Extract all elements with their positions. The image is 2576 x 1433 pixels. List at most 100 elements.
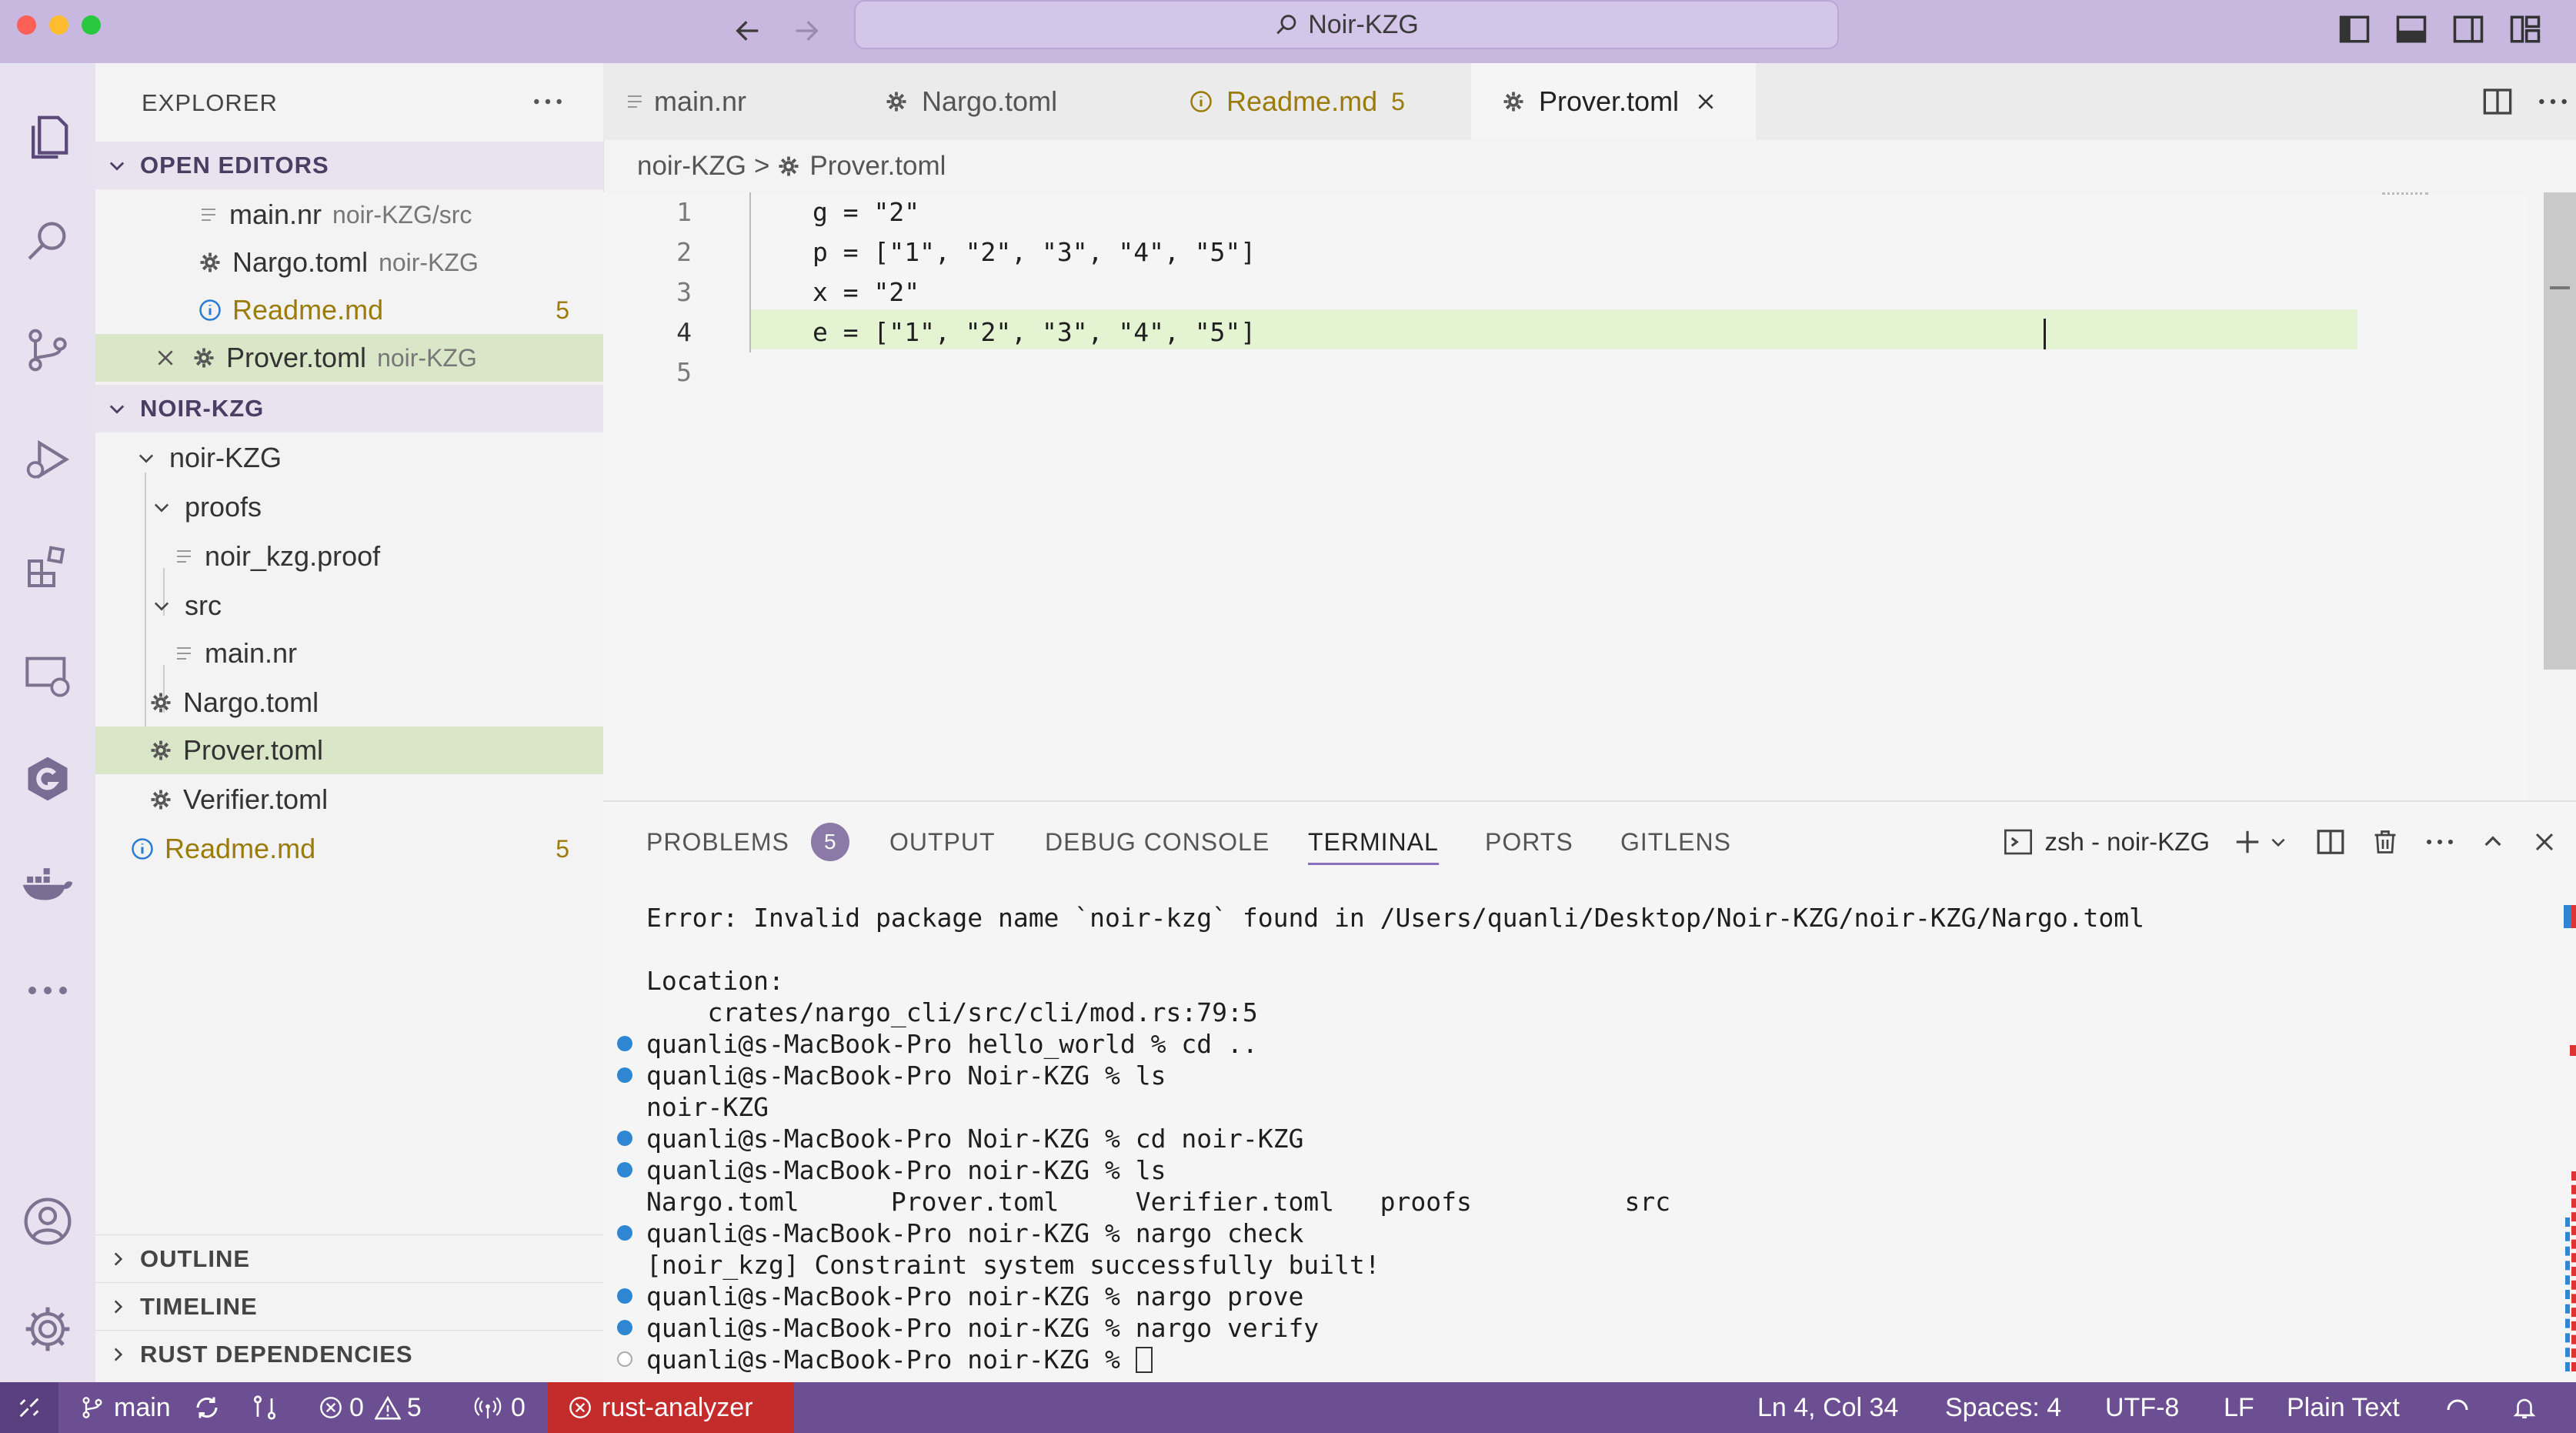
command-decoration-dot[interactable] bbox=[617, 1288, 632, 1304]
editor-vertical-scrollbar[interactable] bbox=[2544, 192, 2576, 670]
branch-name: main bbox=[114, 1392, 171, 1422]
chevron-right-icon bbox=[108, 1344, 128, 1365]
tree-file-nargo-toml[interactable]: Nargo.toml bbox=[95, 679, 603, 727]
encoding[interactable]: UTF-8 bbox=[2105, 1382, 2179, 1433]
more-actions-icon[interactable] bbox=[2538, 97, 2568, 106]
toggle-primary-sidebar-icon[interactable] bbox=[2334, 9, 2374, 49]
tab-problems[interactable]: PROBLEMS 5 bbox=[646, 802, 849, 882]
language-mode[interactable]: Plain Text bbox=[2287, 1382, 2400, 1433]
close-panel-icon[interactable] bbox=[2533, 830, 2556, 853]
problems-indicator[interactable]: 0 5 bbox=[319, 1382, 422, 1433]
toggle-panel-icon[interactable] bbox=[2391, 9, 2431, 49]
command-center[interactable]: Noir-KZG bbox=[854, 0, 1839, 49]
tab-prover-toml[interactable]: Prover.toml bbox=[1471, 63, 1756, 140]
more-views-icon[interactable] bbox=[0, 948, 95, 1033]
tab-close-icon[interactable] bbox=[1696, 92, 1716, 112]
breadcrumb-folder[interactable]: noir-KZG bbox=[637, 151, 746, 182]
tab-main-nr[interactable]: main.nr bbox=[603, 63, 857, 140]
command-decoration-dot[interactable] bbox=[617, 1162, 632, 1177]
chevron-down-icon[interactable] bbox=[2268, 832, 2288, 852]
customize-layout-icon[interactable] bbox=[2505, 9, 2545, 49]
trash-icon[interactable] bbox=[2371, 827, 2399, 857]
tab-output[interactable]: OUTPUT bbox=[889, 802, 996, 882]
zoom-window-button[interactable] bbox=[82, 15, 101, 35]
open-editor-prover-toml[interactable]: Prover.toml noir-KZG bbox=[95, 334, 603, 382]
command-decoration-dot[interactable] bbox=[617, 1036, 632, 1051]
source-control-icon[interactable] bbox=[0, 308, 95, 392]
command-decoration-dot[interactable] bbox=[617, 1320, 632, 1335]
command-decoration-dot[interactable] bbox=[617, 1225, 632, 1241]
warning-count: 5 bbox=[406, 1392, 422, 1422]
file-lines-icon bbox=[200, 205, 217, 224]
tree-file-main-nr[interactable]: main.nr bbox=[95, 630, 603, 677]
open-editor-path: noir-KZG bbox=[377, 343, 477, 372]
cursor-position[interactable]: Ln 4, Col 34 bbox=[1757, 1382, 1898, 1433]
gitlens-icon[interactable] bbox=[0, 737, 95, 821]
tree-file-noir-kzg-proof[interactable]: noir_kzg.proof bbox=[95, 533, 603, 580]
tab-terminal[interactable]: TERMINAL bbox=[1308, 802, 1439, 882]
tree-file-readme-md[interactable]: Readme.md 5 bbox=[95, 825, 603, 873]
command-decoration-dot[interactable] bbox=[617, 1351, 632, 1367]
docker-icon[interactable] bbox=[0, 840, 95, 925]
project-header[interactable]: NOIR-KZG bbox=[95, 385, 603, 433]
minimize-window-button[interactable] bbox=[49, 15, 68, 35]
close-window-button[interactable] bbox=[17, 15, 36, 35]
indentation[interactable]: Spaces: 4 bbox=[1945, 1382, 2061, 1433]
extensions-icon[interactable] bbox=[0, 525, 95, 610]
tree-folder-src[interactable]: src bbox=[95, 582, 603, 630]
terminal-line: quanli@s-MacBook-Pro hello_world % cd .. bbox=[646, 1029, 1258, 1059]
split-terminal-icon[interactable] bbox=[2316, 828, 2345, 856]
command-decoration-dot[interactable] bbox=[617, 1067, 632, 1083]
command-decoration-dot[interactable] bbox=[617, 1131, 632, 1146]
open-editors-header[interactable]: OPEN EDITORS bbox=[95, 142, 603, 189]
accounts-icon[interactable] bbox=[0, 1179, 95, 1264]
sync-icon[interactable] bbox=[192, 1382, 222, 1433]
explorer-more-actions-icon[interactable] bbox=[526, 80, 569, 123]
outline-section[interactable]: OUTLINE bbox=[95, 1234, 603, 1282]
open-editor-nargo-toml[interactable]: Nargo.toml noir-KZG bbox=[95, 239, 603, 286]
minimap[interactable] bbox=[2382, 192, 2428, 198]
code-editor[interactable]: 1 2 3 4 5 g = "2" p = ["1", "2", "3", "4… bbox=[603, 192, 2527, 800]
tab-debug-console[interactable]: DEBUG CONSOLE bbox=[1045, 802, 1270, 882]
rust-dependencies-section[interactable]: RUST DEPENDENCIES bbox=[95, 1330, 603, 1378]
explorer-icon[interactable] bbox=[0, 94, 95, 179]
remote-explorer-icon[interactable] bbox=[0, 633, 95, 717]
tab-gitlens[interactable]: GITLENS bbox=[1620, 802, 1731, 882]
tab-nargo-toml[interactable]: Nargo.toml bbox=[857, 63, 1134, 140]
search-icon[interactable] bbox=[0, 198, 95, 282]
remote-indicator[interactable] bbox=[0, 1382, 58, 1433]
tab-readme-md[interactable]: Readme.md 5 bbox=[1159, 63, 1467, 140]
open-editor-readme-md[interactable]: Readme.md 5 bbox=[95, 286, 603, 334]
manage-gear-icon[interactable] bbox=[0, 1287, 95, 1371]
tree-file-prover-toml[interactable]: Prover.toml bbox=[95, 727, 603, 774]
tree-file-verifier-toml[interactable]: Verifier.toml bbox=[95, 776, 603, 823]
search-icon bbox=[1274, 12, 1300, 38]
close-icon[interactable] bbox=[155, 348, 175, 368]
git-compare-icon[interactable] bbox=[251, 1382, 279, 1433]
tab-ports[interactable]: PORTS bbox=[1485, 802, 1573, 882]
more-actions-icon[interactable] bbox=[2425, 837, 2454, 847]
bottom-panel: PROBLEMS 5 OUTPUT DEBUG CONSOLE TERMINAL… bbox=[603, 800, 2576, 1384]
loading-icon[interactable] bbox=[2444, 1382, 2471, 1433]
maximize-panel-chevron-up-icon[interactable] bbox=[2481, 830, 2505, 854]
branch-indicator[interactable]: main bbox=[80, 1382, 171, 1433]
chevron-down-icon bbox=[106, 398, 128, 419]
split-editor-icon[interactable] bbox=[2482, 87, 2513, 116]
open-editor-main-nr[interactable]: main.nr noir-KZG/src bbox=[95, 191, 603, 239]
terminal-line: quanli@s-MacBook-Pro noir-KZG % ls bbox=[646, 1155, 1166, 1185]
rust-analyzer-status[interactable]: rust-analyzer bbox=[548, 1382, 794, 1433]
back-arrow-icon[interactable] bbox=[728, 11, 768, 51]
tree-folder-noir-kzg[interactable]: noir-KZG bbox=[95, 434, 603, 482]
ports-indicator[interactable]: 0 bbox=[474, 1382, 526, 1433]
forward-arrow-icon[interactable] bbox=[786, 11, 826, 51]
tree-folder-proofs[interactable]: proofs bbox=[95, 483, 603, 531]
run-and-debug-icon[interactable] bbox=[0, 417, 95, 502]
terminal-name[interactable]: zsh - noir-KZG bbox=[2044, 827, 2210, 857]
tab-label: Nargo.toml bbox=[922, 85, 1058, 117]
notifications-bell-icon[interactable] bbox=[2511, 1382, 2538, 1433]
new-terminal-plus-icon[interactable] bbox=[2233, 827, 2262, 857]
timeline-section[interactable]: TIMELINE bbox=[95, 1282, 603, 1330]
end-of-line[interactable]: LF bbox=[2224, 1382, 2254, 1433]
toggle-secondary-sidebar-icon[interactable] bbox=[2448, 9, 2488, 49]
breadcrumb-file[interactable]: Prover.toml bbox=[809, 151, 946, 182]
